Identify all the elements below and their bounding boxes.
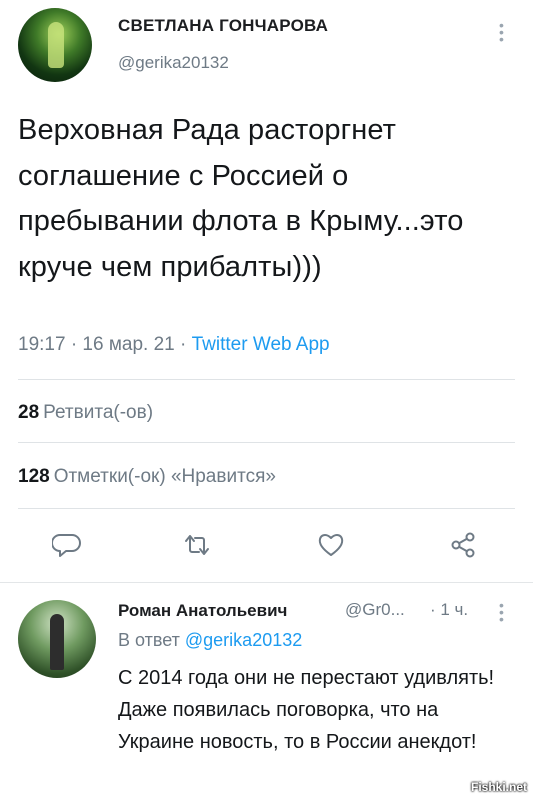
avatar-figure xyxy=(48,22,64,68)
author-handle[interactable]: @gerika20132 xyxy=(118,53,229,73)
retweet-icon[interactable] xyxy=(182,530,212,560)
reply-author-avatar[interactable] xyxy=(18,600,96,678)
reply-author-handle[interactable]: @Gr0... xyxy=(345,600,405,620)
more-options-icon[interactable]: • • • xyxy=(499,18,504,46)
avatar-figure xyxy=(50,614,64,670)
retweets-label: Ретвита(-ов) xyxy=(43,402,154,423)
divider xyxy=(18,508,515,509)
author-avatar[interactable] xyxy=(18,8,92,82)
reply-to-handle[interactable]: @gerika20132 xyxy=(185,630,302,650)
divider xyxy=(18,442,515,443)
reply-to-label: В ответ xyxy=(118,630,185,650)
reply-timestamp: · 1 ч. xyxy=(430,600,469,619)
watermark: Fishki.net xyxy=(470,780,527,794)
likes-stat[interactable]: 128 Отметки(-ок) «Нравится» xyxy=(18,466,276,488)
retweets-stat[interactable]: 28 Ретвита(-ов) xyxy=(18,402,153,424)
tweet-timestamp: 19:17 · 16 мар. 21 · xyxy=(18,334,192,355)
author-name[interactable]: СВЕТЛАНА ГОНЧАРОВА xyxy=(118,16,328,36)
tweet-text: Верховная Рада расторгнет соглашение с Р… xyxy=(18,114,464,283)
more-options-icon[interactable]: • • • xyxy=(499,598,504,626)
likes-count: 128 xyxy=(18,466,50,487)
section-separator xyxy=(0,582,533,583)
reply-author-name[interactable]: Роман Анатольевич xyxy=(118,601,287,621)
reply-to-line: В ответ @gerika20132 xyxy=(118,630,302,651)
tweet-source-app[interactable]: Twitter Web App xyxy=(192,334,330,355)
reply-text: С 2014 года они не перестают удивлять! Д… xyxy=(118,667,495,753)
reply-icon[interactable] xyxy=(52,530,82,560)
retweets-count: 28 xyxy=(18,402,40,423)
share-icon[interactable] xyxy=(448,530,478,560)
tweet-actions xyxy=(0,520,533,570)
divider xyxy=(18,379,515,380)
heart-icon[interactable] xyxy=(316,530,346,560)
tweet-meta: 19:17 · 16 мар. 21 · Twitter Web App xyxy=(18,334,330,356)
likes-label: Отметки(-ок) «Нравится» xyxy=(53,466,276,487)
